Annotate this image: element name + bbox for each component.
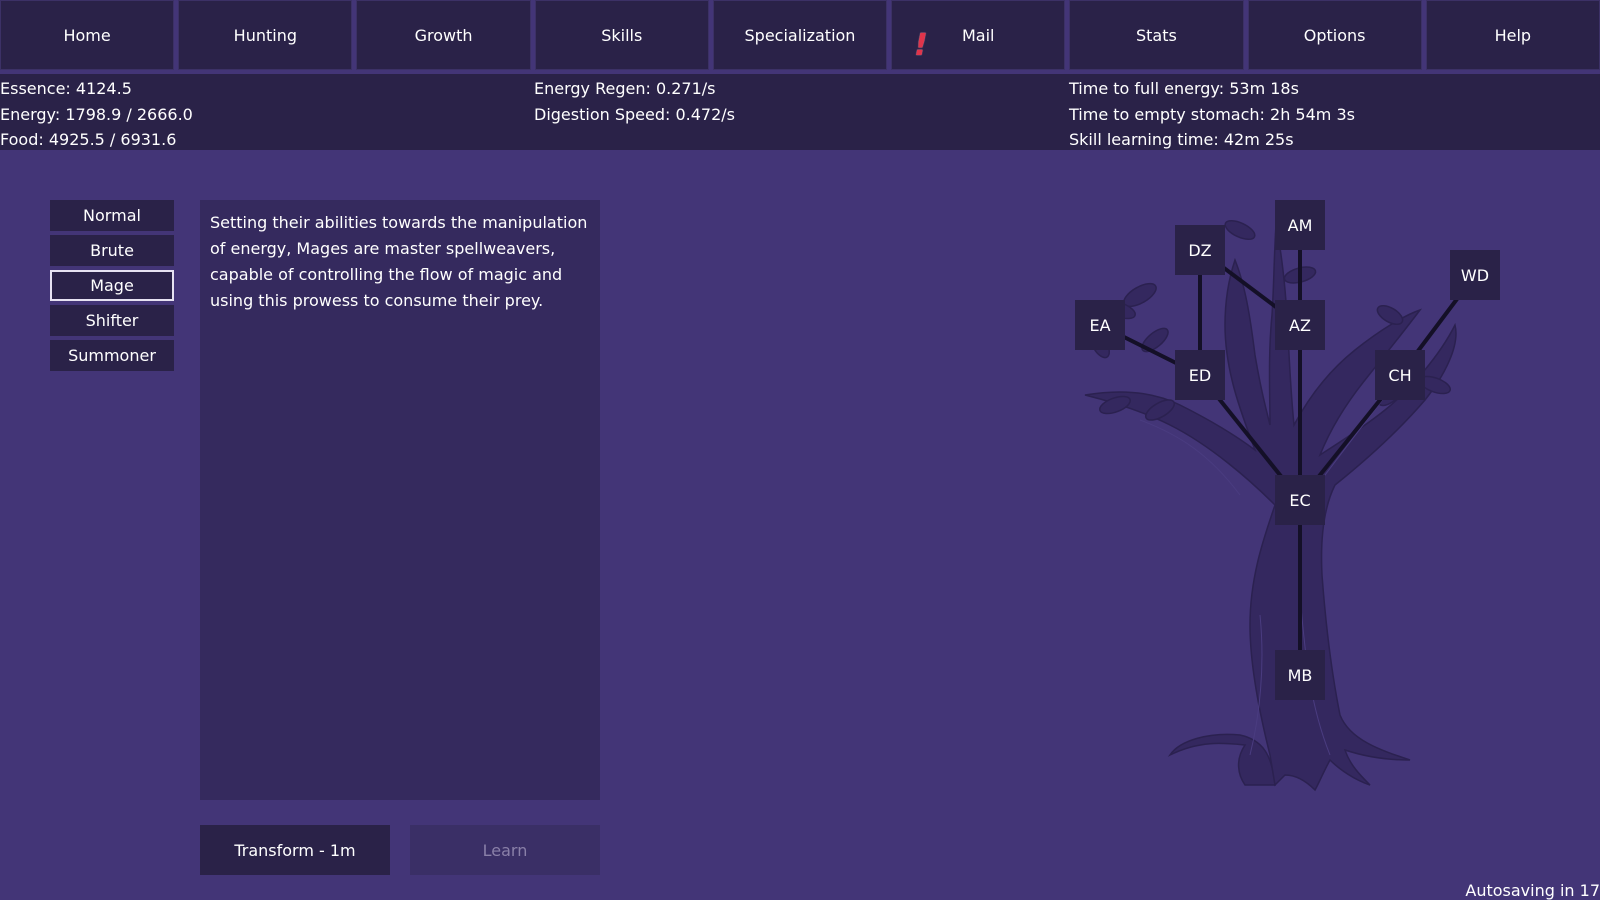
skill-node-ea[interactable]: EA xyxy=(1075,300,1125,350)
spec-summoner-button[interactable]: Summoner xyxy=(50,340,174,371)
nav-skills-button[interactable]: Skills xyxy=(534,0,709,70)
stats-bar: Essence: 4124.5 Energy: 1798.9 / 2666.0 … xyxy=(0,74,1600,150)
energy-stat: Energy: 1798.9 / 2666.0 xyxy=(0,104,193,124)
digestion-speed-stat: Digestion Speed: 0.472/s xyxy=(534,104,735,124)
skill-learning-time-stat: Skill learning time: 42m 25s xyxy=(1069,130,1294,149)
time-empty-stomach-stat: Time to empty stomach: 2h 54m 3s xyxy=(1069,104,1355,124)
skill-node-az[interactable]: AZ xyxy=(1275,300,1325,350)
specialization-description: Setting their abilities towards the mani… xyxy=(200,200,600,800)
spec-brute-button[interactable]: Brute xyxy=(50,235,174,266)
timer-stats: Time to full energy: 53m 18s Time to emp… xyxy=(1069,76,1355,153)
nav-hunting-button[interactable]: Hunting xyxy=(178,0,353,70)
time-full-energy-stat: Time to full energy: 53m 18s xyxy=(1069,79,1299,98)
top-navigation: Home Hunting Growth Skills Specializatio… xyxy=(0,0,1600,70)
nav-options-button[interactable]: Options xyxy=(1247,0,1422,70)
autosave-status: Autosaving in 17 xyxy=(1465,881,1600,900)
mail-alert-icon: ! xyxy=(914,28,928,63)
food-stat: Food: 4925.5 / 6931.6 xyxy=(0,130,177,149)
resource-stats: Essence: 4124.5 Energy: 1798.9 / 2666.0 … xyxy=(0,76,193,153)
learn-button[interactable]: Learn xyxy=(410,825,600,875)
rate-stats: Energy Regen: 0.271/s Digestion Speed: 0… xyxy=(534,76,735,127)
nav-mail-label: Mail xyxy=(961,25,995,45)
spec-mage-button[interactable]: Mage xyxy=(50,270,174,301)
spec-normal-button[interactable]: Normal xyxy=(50,200,174,231)
nav-help-button[interactable]: Help xyxy=(1425,0,1600,70)
skill-node-ch[interactable]: CH xyxy=(1375,350,1425,400)
skill-node-wd[interactable]: WD xyxy=(1450,250,1500,300)
skill-node-dz[interactable]: DZ xyxy=(1175,225,1225,275)
skill-node-ec[interactable]: EC xyxy=(1275,475,1325,525)
nav-home-button[interactable]: Home xyxy=(0,0,175,70)
specialization-list: Normal Brute Mage Shifter Summoner xyxy=(50,200,174,371)
nav-growth-button[interactable]: Growth xyxy=(356,0,531,70)
nav-mail-button[interactable]: ! Mail xyxy=(891,0,1066,70)
skill-node-mb[interactable]: MB xyxy=(1275,650,1325,700)
energy-regen-stat: Energy Regen: 0.271/s xyxy=(534,79,716,98)
essence-stat: Essence: 4124.5 xyxy=(0,79,132,98)
skill-node-ed[interactable]: ED xyxy=(1175,350,1225,400)
nav-stats-button[interactable]: Stats xyxy=(1069,0,1244,70)
nav-specialization-button[interactable]: Specialization xyxy=(712,0,888,70)
transform-button[interactable]: Transform - 1m xyxy=(200,825,390,875)
skill-node-am[interactable]: AM xyxy=(1275,200,1325,250)
spec-shifter-button[interactable]: Shifter xyxy=(50,305,174,336)
